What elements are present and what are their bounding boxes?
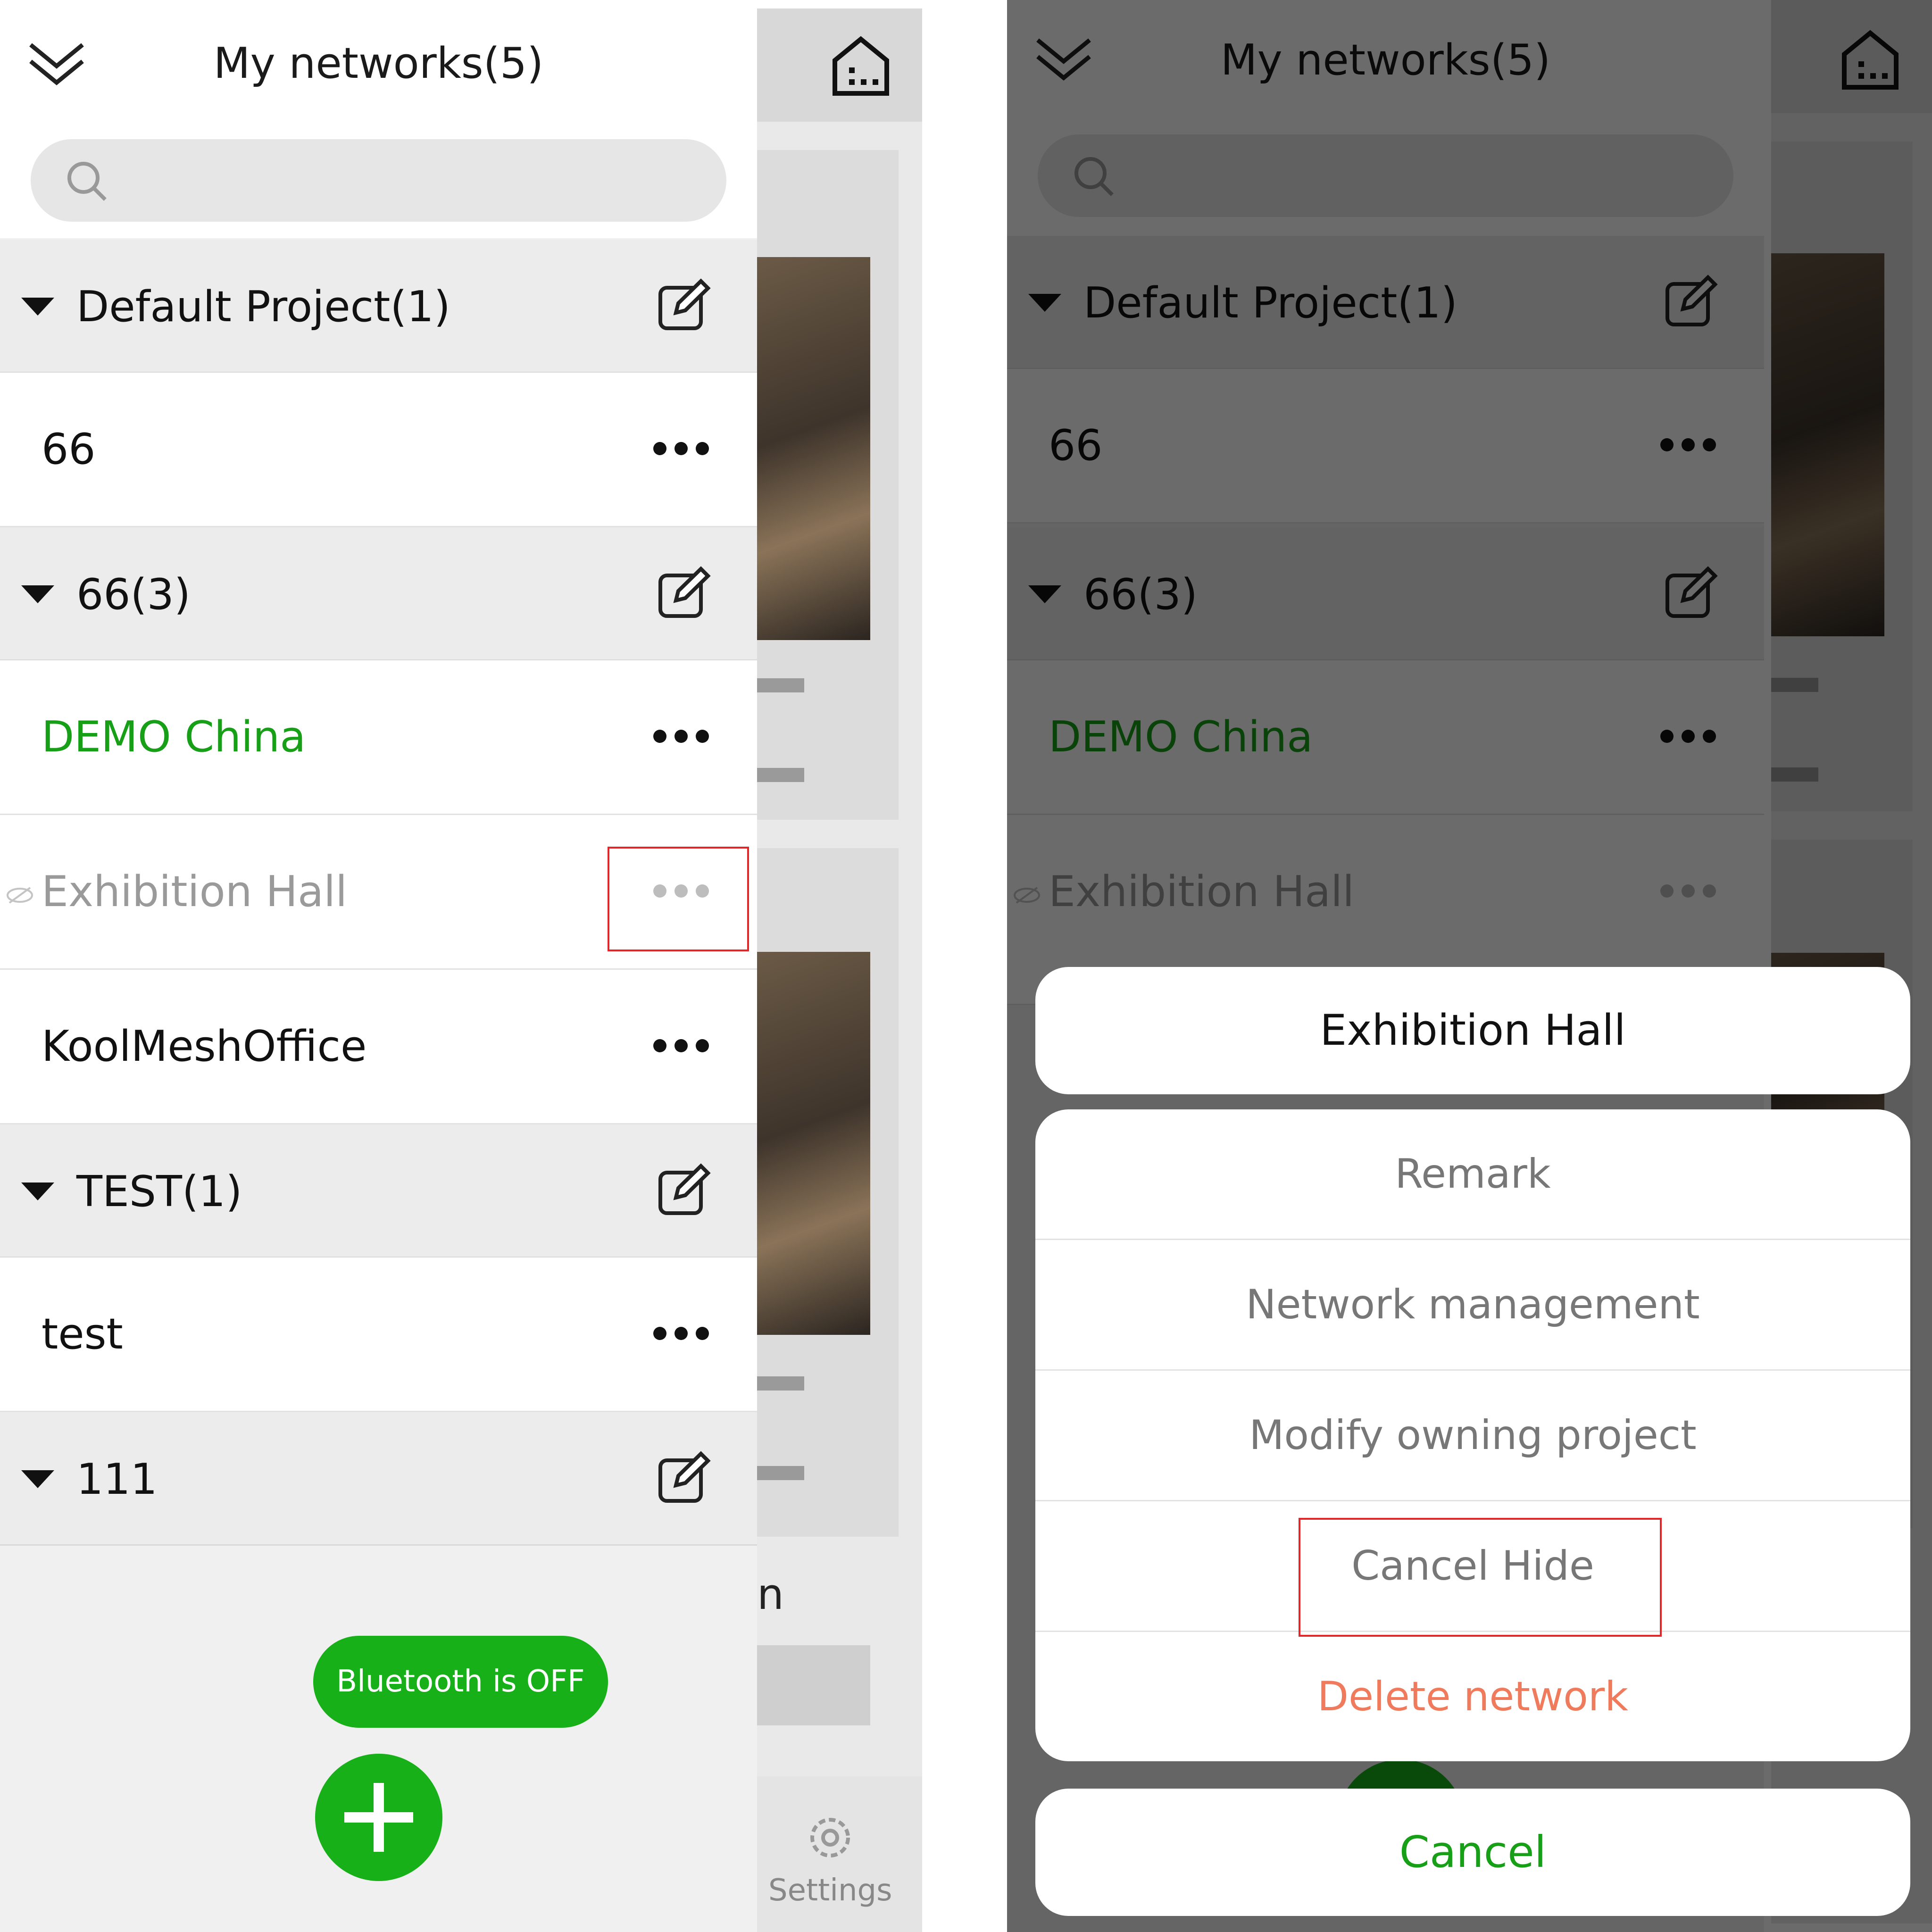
project-group-name: Default Project(1) [76, 282, 450, 332]
drawer-header: My networks(5) [0, 0, 757, 238]
edit-icon[interactable] [655, 1162, 711, 1219]
caret-down-icon[interactable] [21, 585, 54, 603]
search-icon [67, 162, 107, 201]
tab-bar: Settings [757, 1776, 922, 1932]
page-title: My networks(5) [213, 39, 544, 88]
network-row[interactable]: 66 [0, 373, 757, 527]
network-name: 66 [42, 425, 96, 474]
network-management-option[interactable]: Network management [1035, 1240, 1910, 1371]
partial-text: n [757, 1570, 784, 1619]
project-group-row[interactable]: Default Project(1) [0, 240, 757, 373]
network-row[interactable]: KoolMeshOffice [0, 970, 757, 1124]
room-photo [757, 1645, 870, 1725]
network-row[interactable]: DEMO China [0, 660, 757, 815]
room-photo [757, 257, 870, 640]
search-input[interactable] [31, 139, 726, 222]
edit-icon[interactable] [655, 565, 711, 622]
more-options-icon[interactable] [653, 719, 710, 752]
remark-option[interactable]: Remark [1035, 1109, 1910, 1240]
tab-settings[interactable]: Settings [768, 1873, 892, 1908]
background-bar [757, 768, 804, 782]
background-bar [757, 678, 804, 692]
networks-drawer: My networks(5) Default Project(1) 66 66(… [0, 0, 757, 1932]
project-group-row[interactable]: TEST(1) [0, 1124, 757, 1258]
caret-down-icon[interactable] [21, 1470, 54, 1488]
action-sheet: Remark Network management Modify owning … [1035, 1109, 1910, 1761]
edit-icon[interactable] [655, 1450, 711, 1507]
action-sheet-title: Exhibition Hall [1035, 967, 1910, 1094]
add-network-button[interactable] [315, 1754, 442, 1881]
project-group-name: TEST(1) [76, 1167, 242, 1216]
network-row[interactable]: test [0, 1257, 757, 1412]
project-group-row[interactable]: 66(3) [0, 527, 757, 661]
caret-down-icon[interactable] [21, 298, 54, 316]
highlight-box [1299, 1518, 1662, 1637]
background-bar [757, 1466, 804, 1480]
left-screenshot: n Settings My networks(5) Default Projec… [0, 0, 943, 1932]
network-name: Exhibition Hall [42, 867, 348, 916]
project-group-name: 66(3) [76, 570, 191, 619]
more-options-icon[interactable] [653, 1029, 710, 1062]
gear-icon[interactable] [802, 1809, 858, 1866]
project-group-name: 111 [76, 1455, 158, 1504]
modify-owning-project-option[interactable]: Modify owning project [1035, 1371, 1910, 1501]
delete-network-option[interactable]: Delete network [1035, 1632, 1910, 1761]
more-options-icon[interactable] [653, 432, 710, 465]
room-photo [757, 952, 870, 1335]
hidden-eye-icon [7, 887, 33, 904]
background-bar [757, 1376, 804, 1391]
right-screenshot: My networks(5) Default Project(1) 66 66(… [1007, 0, 1932, 1932]
caret-down-icon[interactable] [21, 1183, 54, 1200]
cancel-button[interactable]: Cancel [1035, 1789, 1910, 1916]
network-name: test [42, 1309, 123, 1359]
bluetooth-status-badge: Bluetooth is OFF [313, 1636, 608, 1728]
building-icon[interactable] [828, 32, 894, 98]
more-options-icon[interactable] [653, 1316, 710, 1349]
network-name: KoolMeshOffice [42, 1022, 367, 1071]
project-group-row[interactable]: 111 [0, 1412, 757, 1546]
highlight-box [608, 847, 749, 951]
network-name: DEMO China [42, 712, 306, 762]
edit-icon[interactable] [655, 277, 711, 334]
background-screen: n Settings [757, 8, 922, 1932]
